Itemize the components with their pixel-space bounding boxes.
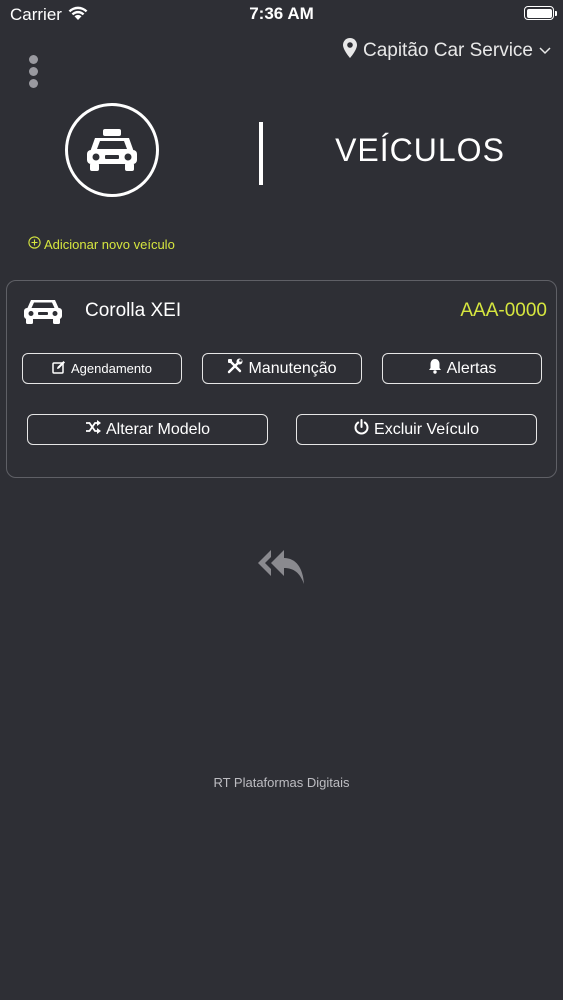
map-pin-icon (342, 38, 357, 64)
vehicle-plate: AAA-0000 (460, 300, 547, 321)
alerts-label: Alertas (446, 359, 497, 377)
power-icon (354, 419, 369, 440)
plus-circle-icon (28, 236, 41, 252)
change-model-label: Alterar Modelo (105, 420, 211, 438)
tools-icon (227, 358, 243, 379)
alerts-button[interactable]: Alertas (382, 353, 542, 384)
shuffle-icon (85, 420, 101, 439)
edit-icon (52, 360, 66, 377)
vehicle-card: Corolla XEI AAA-0000 Agendamento Manuten… (6, 280, 557, 478)
add-vehicle-label: Adicionar novo veículo (44, 236, 175, 252)
battery-icon (524, 6, 557, 20)
reply-all-icon[interactable] (257, 546, 307, 591)
location-name: Capitão Car Service (362, 40, 533, 61)
page-title: VEÍCULOS (335, 132, 505, 168)
bell-icon (428, 358, 442, 379)
scheduling-button[interactable]: Agendamento (22, 353, 182, 384)
maintenance-button[interactable]: Manutenção (202, 353, 362, 384)
scheduling-label: Agendamento (71, 361, 152, 376)
chevron-down-icon (539, 40, 551, 62)
taxi-icon (65, 103, 159, 197)
footer-credit: RT Plataformas Digitais (213, 775, 350, 790)
delete-vehicle-button[interactable]: Excluir Veículo (296, 414, 537, 445)
delete-vehicle-label: Excluir Veículo (374, 420, 479, 438)
location-selector[interactable]: Capitão Car Service (342, 38, 551, 64)
clock: 7:36 AM (249, 4, 314, 23)
maintenance-label: Manutenção (248, 359, 337, 377)
add-vehicle-link[interactable]: Adicionar novo veículo (28, 236, 175, 252)
more-options-icon[interactable] (27, 55, 41, 88)
change-model-button[interactable]: Alterar Modelo (27, 414, 268, 445)
car-icon (23, 297, 63, 330)
header-divider (259, 122, 263, 185)
status-bar: Carrier 7:36 AM (0, 0, 563, 30)
vehicle-model: Corolla XEI (85, 300, 182, 321)
